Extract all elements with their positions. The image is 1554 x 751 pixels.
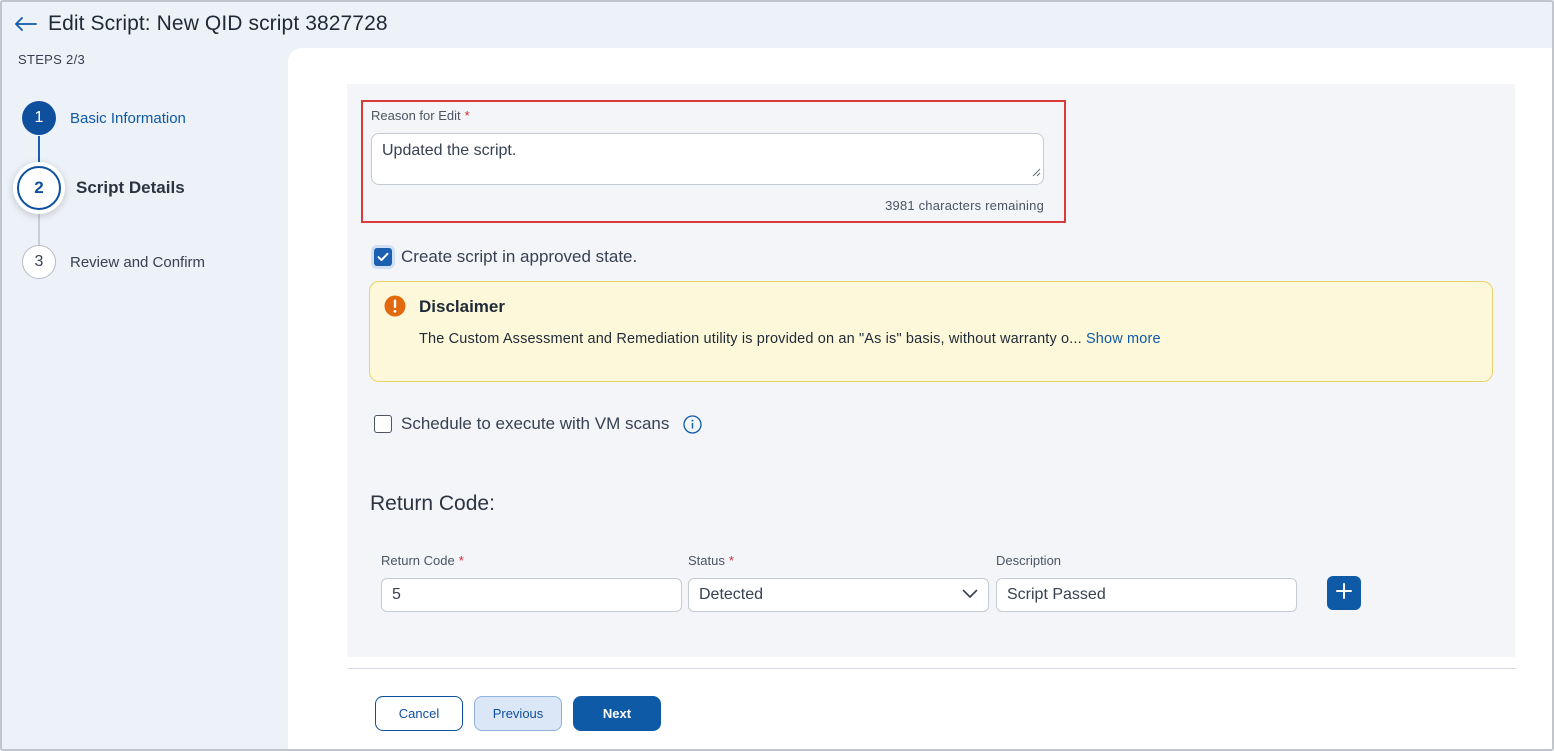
- resize-grip-icon[interactable]: [1031, 164, 1041, 182]
- chevron-down-icon: [962, 586, 978, 604]
- reason-label-text: Reason for Edit: [371, 108, 461, 123]
- previous-button[interactable]: Previous: [474, 696, 562, 731]
- steps-counter: STEPS 2/3: [18, 52, 86, 67]
- reason-label: Reason for Edit *: [371, 108, 470, 123]
- status-label-text: Status: [688, 553, 725, 568]
- reason-textarea[interactable]: Updated the script.: [371, 133, 1044, 185]
- step-number: 1: [22, 101, 56, 135]
- schedule-checkbox[interactable]: [374, 415, 392, 433]
- status-value: Detected: [699, 586, 764, 603]
- step-label: Review and Confirm: [70, 253, 206, 271]
- step-review-and-confirm[interactable]: 3 Review and Confirm: [22, 245, 205, 279]
- footer-divider: [347, 668, 1517, 669]
- approved-state-option: Create script in approved state.: [374, 247, 637, 267]
- description-input[interactable]: Script Passed: [996, 578, 1297, 612]
- step-connector: [38, 207, 40, 247]
- step-number: 2: [17, 166, 61, 210]
- step-basic-information[interactable]: 1 Basic Information: [22, 101, 186, 135]
- required-mark: *: [464, 108, 470, 123]
- back-arrow-icon[interactable]: [14, 12, 38, 36]
- header: Edit Script: New QID script 3827728: [14, 10, 388, 38]
- main-panel: Reason for Edit * Updated the script. 398…: [288, 48, 1552, 749]
- step-number: 3: [22, 245, 56, 279]
- step-label: Script Details: [76, 178, 185, 197]
- step-label: Basic Information: [70, 109, 186, 127]
- schedule-label: Schedule to execute with VM scans: [401, 414, 670, 433]
- step-script-details[interactable]: 2 Script Details: [17, 166, 185, 210]
- status-column-label: Status *: [688, 553, 734, 568]
- disclaimer-banner: Disclaimer The Custom Assessment and Rem…: [369, 281, 1493, 382]
- required-mark: *: [728, 553, 734, 568]
- warning-icon: [384, 295, 406, 322]
- info-icon[interactable]: [683, 414, 703, 434]
- return-code-column-label: Return Code *: [381, 553, 464, 568]
- step-connector: [38, 136, 40, 166]
- add-return-code-button[interactable]: [1327, 576, 1361, 610]
- required-mark: *: [458, 553, 464, 568]
- return-code-input[interactable]: 5: [381, 578, 682, 612]
- schedule-option: Schedule to execute with VM scans: [374, 414, 703, 434]
- show-more-link[interactable]: Show more: [1086, 331, 1161, 347]
- status-select[interactable]: Detected: [688, 578, 989, 612]
- char-counter: 3981 characters remaining: [885, 198, 1044, 213]
- disclaimer-title: Disclaimer: [419, 297, 505, 316]
- reason-for-edit-group: Reason for Edit * Updated the script. 398…: [361, 100, 1066, 223]
- next-button[interactable]: Next: [573, 696, 661, 731]
- disclaimer-text: The Custom Assessment and Remediation ut…: [419, 328, 1199, 350]
- return-code-heading: Return Code:: [370, 492, 495, 515]
- approved-state-label: Create script in approved state.: [401, 247, 638, 266]
- approved-state-checkbox[interactable]: [374, 248, 392, 266]
- cancel-button[interactable]: Cancel: [375, 696, 463, 731]
- return-code-value: 5: [392, 586, 401, 603]
- description-value: Script Passed: [1007, 586, 1106, 603]
- reason-value: Updated the script.: [382, 142, 517, 159]
- return-code-label-text: Return Code: [381, 553, 455, 568]
- page-title: Edit Script: New QID script 3827728: [48, 12, 388, 35]
- description-column-label: Description: [996, 553, 1062, 568]
- disclaimer-body: The Custom Assessment and Remediation ut…: [419, 331, 1082, 347]
- script-details-form: Reason for Edit * Updated the script. 398…: [347, 84, 1515, 657]
- plus-icon: [1335, 582, 1353, 605]
